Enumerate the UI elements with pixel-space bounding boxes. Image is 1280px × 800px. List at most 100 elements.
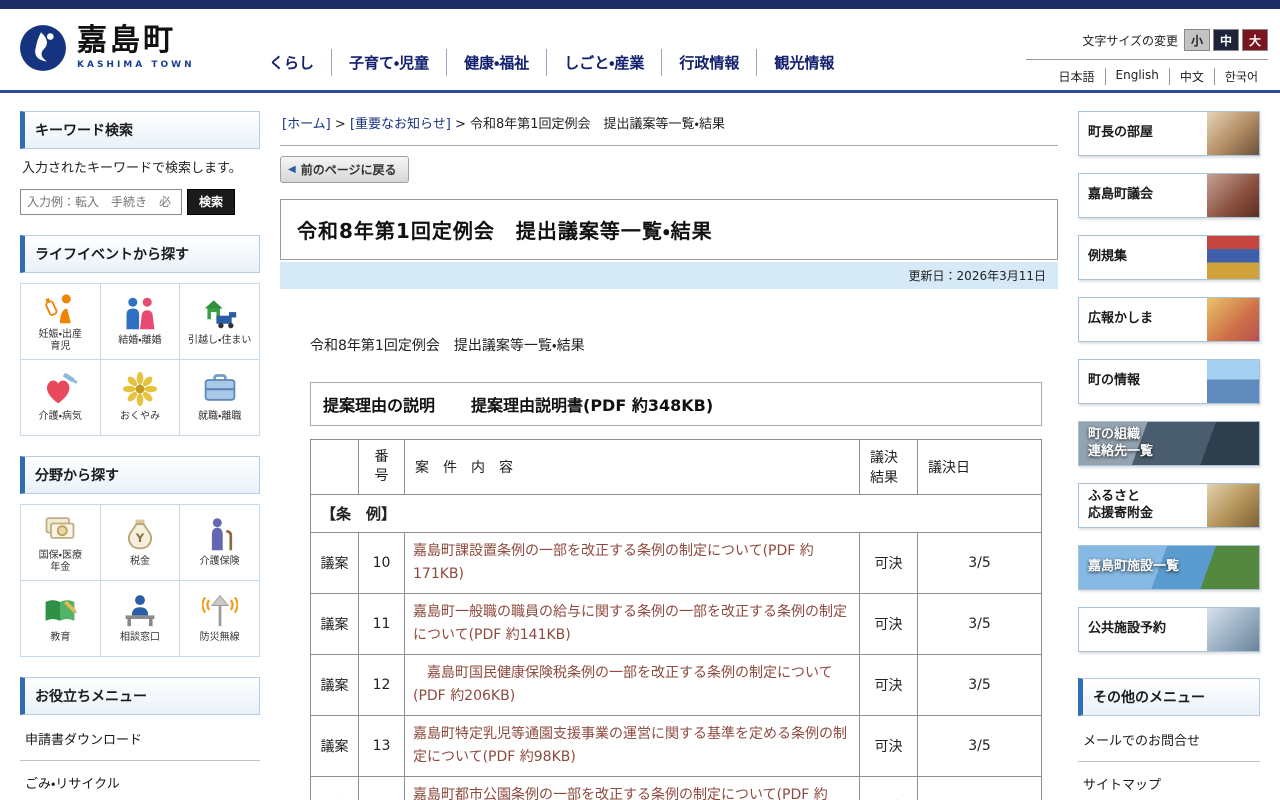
case-number-cell: 13 — [359, 716, 405, 777]
updated-date: 更新日：2026年3月11日 — [280, 262, 1058, 289]
nav-item[interactable]: 健康・福祉 — [446, 49, 546, 76]
life-events-section: ライフイベントから探す 妊娠・出産 育児 結婚・離婚 — [20, 235, 260, 436]
language-link[interactable]: 中文 — [1169, 68, 1214, 85]
other-menu-link[interactable]: メールでのお問合せ — [1078, 718, 1260, 762]
life-event-item[interactable]: 就職・離職 — [180, 360, 260, 436]
condolence-icon — [122, 371, 158, 407]
sidebar-banner[interactable]: 公共施設予約 — [1078, 607, 1260, 652]
life-event-label: おくやみ — [120, 411, 160, 424]
sidebar-banner[interactable]: 町長の部屋 — [1078, 111, 1260, 156]
banner-label: 公共施設予約 — [1079, 621, 1207, 638]
sidebar-banner[interactable]: 嘉島町施設一覧 — [1078, 545, 1260, 590]
life-event-label: 結婚・離婚 — [118, 335, 161, 348]
font-size-label: 文字サイズの変更 — [1082, 32, 1178, 49]
breadcrumb-item[interactable]: 令和8年第1回定例会 提出議案等一覧・結果 — [470, 117, 725, 132]
language-link[interactable]: 한국어 — [1214, 68, 1268, 85]
font-size-buttons: 小中大 — [1184, 29, 1268, 51]
language-link[interactable]: 日本語 — [1049, 68, 1105, 85]
nav-item[interactable]: くらし — [252, 49, 331, 76]
sidebar-banner[interactable]: 広報かしま — [1078, 297, 1260, 342]
svg-text:Y: Y — [135, 531, 145, 545]
nav-item[interactable]: しごと・産業 — [546, 49, 661, 76]
site-logo[interactable]: 嘉島町 KASHIMA TOWN — [18, 23, 195, 73]
font-size-button[interactable]: 大 — [1242, 29, 1268, 51]
life-event-item[interactable]: 妊娠・出産 育児 — [21, 284, 101, 360]
case-result-cell: 可決 — [860, 716, 918, 777]
case-pdf-link[interactable]: 嘉島町国民健康保険税条例の一部を改正する条例の制定について(PDF 約206KB… — [413, 662, 851, 708]
life-event-item[interactable]: 結婚・離婚 — [101, 284, 181, 360]
useful-menu-link[interactable]: 申請書ダウンロード — [20, 717, 260, 761]
life-event-label: 介護・病気 — [39, 411, 82, 424]
language-link[interactable]: English — [1105, 68, 1169, 85]
banner-label: 嘉島町施設一覧 — [1079, 559, 1259, 576]
keyword-search-button[interactable]: 検索 — [187, 189, 235, 215]
banner-label: 例規集 — [1079, 249, 1207, 266]
category-item[interactable]: 相談窓口 — [101, 581, 181, 657]
other-menu-list: メールでのお問合せサイトマップ — [1078, 718, 1260, 800]
header-cell-type — [311, 439, 359, 494]
case-pdf-link[interactable]: 嘉島町一般職の職員の給与に関する条例の一部を改正する条例の制定について(PDF … — [413, 601, 851, 647]
header: 嘉島町 KASHIMA TOWN くらし子育て・児童健康・福祉しごと・産業行政情… — [0, 9, 1280, 93]
life-event-label: 妊娠・出産 育児 — [39, 329, 82, 354]
category-item[interactable]: 介護保険 — [180, 505, 260, 581]
case-pdf-link[interactable]: 嘉島町都市公園条例の一部を改正する条例の制定について(PDF 約166KB) — [413, 784, 851, 800]
case-result-cell: 可決 — [860, 654, 918, 715]
sidebar-banner[interactable]: 町の情報 — [1078, 359, 1260, 404]
back-button[interactable]: ◀ 前のページに戻る — [280, 156, 409, 183]
site-title: 嘉島町 — [77, 26, 195, 56]
furusato-photo — [1207, 484, 1259, 527]
category-item[interactable]: 防災無線 — [180, 581, 260, 657]
sidebar-banner[interactable]: 町の組織 連絡先一覧 — [1078, 421, 1260, 466]
sidebar-banner[interactable]: 例規集 — [1078, 235, 1260, 280]
other-menu-link[interactable]: サイトマップ — [1078, 762, 1260, 800]
breadcrumb-segment: [重要なお知らせ] — [331, 117, 451, 132]
keyword-search-section: キーワード検索 入力されたキーワードで検索します。 検索 — [20, 111, 260, 215]
category-item[interactable]: 国保・医療 年金 — [21, 505, 101, 581]
site-subtitle: KASHIMA TOWN — [77, 60, 195, 70]
body: キーワード検索 入力されたキーワードで検索します。 検索 ライフイベントから探す… — [0, 93, 1280, 800]
nav-item[interactable]: 行政情報 — [661, 49, 756, 76]
life-events-grid: 妊娠・出産 育児 結婚・離婚 引越し・住まい — [20, 283, 260, 436]
life-event-item[interactable]: 引越し・住まい — [180, 284, 260, 360]
category-label: 国保・医療 年金 — [39, 550, 82, 575]
page: 嘉島町 KASHIMA TOWN くらし子育て・児童健康・福祉しごと・産業行政情… — [0, 0, 1280, 800]
breadcrumb-segment: [ホーム] — [282, 117, 331, 132]
banner-label: 町長の部屋 — [1079, 125, 1207, 142]
keyword-search-input[interactable] — [20, 189, 182, 215]
content-body: 令和8年第1回定例会 提出議案等一覧・結果 提案理由の説明 提案理由説明書(PD… — [280, 335, 1058, 800]
nav-item[interactable]: 子育て・児童 — [331, 49, 446, 76]
keyword-search-header: キーワード検索 — [20, 111, 260, 149]
case-result-cell: 可決 — [860, 593, 918, 654]
sidebar-banner[interactable]: ふるさと 応援寄附金 — [1078, 483, 1260, 528]
banner-label: 町の組織 連絡先一覧 — [1079, 427, 1259, 461]
banner-label: 広報かしま — [1079, 311, 1207, 328]
breadcrumb-item[interactable]: [ホーム] — [282, 117, 331, 132]
case-number-cell: 11 — [359, 593, 405, 654]
category-label: 防災無線 — [200, 632, 240, 645]
sidebar-banner[interactable]: 嘉島町議会 — [1078, 173, 1260, 218]
logo-text: 嘉島町 KASHIMA TOWN — [77, 26, 195, 70]
other-menu-header: その他のメニュー — [1078, 678, 1260, 716]
font-size-control: 文字サイズの変更 小中大 — [1026, 29, 1268, 60]
category-item[interactable]: Y 税金 — [101, 505, 181, 581]
useful-menu-link[interactable]: ごみ・リサイクル — [20, 761, 260, 800]
life-event-item[interactable]: おくやみ — [101, 360, 181, 436]
life-events-header: ライフイベントから探す — [20, 235, 260, 273]
useful-menu-list: 申請書ダウンロードごみ・リサイクル町からのお知らせ — [20, 717, 260, 800]
case-pdf-link[interactable]: 嘉島町特定乳児等通園支援事業の運営に関する基準を定める条例の制定について(PDF… — [413, 723, 851, 769]
breadcrumb-item[interactable]: [重要なお知らせ] — [350, 117, 451, 132]
reservation-photo — [1207, 608, 1259, 651]
category-item[interactable]: 教育 — [21, 581, 101, 657]
tax-icon: Y — [122, 516, 158, 552]
breadcrumb-segment: 令和8年第1回定例会 提出議案等一覧・結果 — [451, 117, 725, 132]
font-size-button[interactable]: 中 — [1213, 29, 1239, 51]
table-row: 議案 13 嘉島町特定乳児等通園支援事業の運営に関する基準を定める条例の制定につ… — [311, 716, 1042, 777]
case-date-cell: 3/5 — [918, 593, 1042, 654]
nav-item[interactable]: 観光情報 — [756, 49, 851, 76]
case-content-cell: 嘉島町特定乳児等通園支援事業の運営に関する基準を定める条例の制定について(PDF… — [405, 716, 860, 777]
case-pdf-link[interactable]: 嘉島町課設置条例の一部を改正する条例の制定について(PDF 約171KB) — [413, 540, 851, 586]
font-size-button[interactable]: 小 — [1184, 29, 1210, 51]
life-event-item[interactable]: 介護・病気 — [21, 360, 101, 436]
section-heading-text: 提案理由の説明 — [323, 392, 435, 416]
section-pdf-link[interactable]: 提案理由説明書(PDF 約348KB) — [471, 392, 713, 416]
